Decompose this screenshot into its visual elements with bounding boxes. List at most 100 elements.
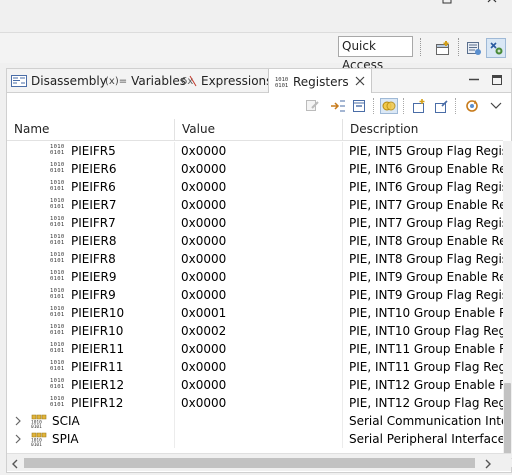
register-description: PIE, INT5 Group Flag Registe — [349, 144, 503, 158]
view-tabbar: Disassembly (x)= Variables 6x Expression… — [7, 69, 511, 94]
register-description: PIE, INT10 Group Enable Reg — [349, 306, 503, 320]
tab-label: Registers — [293, 74, 349, 89]
column-divider — [342, 232, 343, 250]
table-row[interactable]: 1010 0101 PIEIER7 0x0000 PIE, INT7 Group Ena… — [7, 196, 503, 214]
table-row[interactable]: 1010 0101 PIEIER9 0x0000 PIE, INT9 Group Ena… — [7, 268, 503, 286]
scroll-left-icon[interactable] — [11, 458, 19, 472]
register-icon: 1010 0101 — [50, 234, 65, 246]
go-to-register-icon[interactable] — [329, 98, 347, 114]
register-description: PIE, INT8 Group Flag Registe — [349, 252, 503, 266]
register-value: 0x0000 — [181, 360, 227, 374]
edit-group-icon[interactable] — [432, 98, 450, 114]
horizontal-scrollbar[interactable] — [7, 453, 511, 471]
collapse-all-icon[interactable] — [350, 98, 368, 114]
scroll-right-icon[interactable] — [484, 458, 492, 472]
table-row[interactable]: 1010 0101 PIEIFR9 0x0000 PIE, INT9 Group Fla… — [7, 286, 503, 304]
column-divider — [174, 412, 175, 430]
register-value: 0x0000 — [181, 288, 227, 302]
register-description: PIE, INT10 Group Flag Regist — [349, 324, 503, 338]
column-divider — [342, 430, 343, 448]
quick-access-input[interactable]: Quick Access — [338, 36, 413, 72]
tab-variables[interactable]: (x)= Variables — [105, 69, 186, 93]
register-value: 0x0000 — [181, 216, 227, 230]
close-window-icon[interactable] — [486, 0, 500, 8]
register-group-icon: 1010 0101 — [30, 431, 48, 448]
register-value: 0x0000 — [181, 180, 227, 194]
view-menu-icon[interactable] — [487, 98, 505, 114]
table-row[interactable]: 1010 0101 SPIA Serial Peripheral Interface … — [7, 430, 503, 448]
table-row[interactable]: 1010 0101 PIEIFR12 0x0000 PIE, INT12 Group F… — [7, 394, 503, 412]
register-description: PIE, INT9 Group Enable Regi — [349, 270, 503, 284]
table-row[interactable]: 1010 0101 PIEIER10 0x0001 PIE, INT10 Group E… — [7, 304, 503, 322]
register-group-value — [181, 412, 341, 430]
table-row[interactable]: 1010 0101 SCIA Serial Communication Interf — [7, 412, 503, 430]
register-description: PIE, INT8 Group Enable Regi — [349, 234, 503, 248]
expand-chevron-icon[interactable] — [14, 430, 24, 448]
tab-registers[interactable]: 1010 0101 Registers — [268, 69, 372, 94]
column-divider — [174, 430, 175, 448]
column-divider — [174, 304, 175, 322]
column-divider — [342, 286, 343, 304]
new-group-icon[interactable] — [410, 98, 428, 114]
minimize-view-icon[interactable] — [467, 73, 481, 87]
vertical-scrollbar[interactable] — [503, 141, 512, 467]
table-row[interactable]: 1010 0101 PIEIFR10 0x0002 PIE, INT10 Group F… — [7, 322, 503, 340]
register-name: PIEIFR11 — [71, 360, 124, 374]
tab-expressions[interactable]: 6x Expressions — [181, 69, 272, 93]
horizontal-scrollbar-thumb[interactable] — [24, 458, 475, 468]
column-divider — [342, 412, 343, 430]
table-row[interactable]: 1010 0101 PIEIFR8 0x0000 PIE, INT8 Group Fla… — [7, 250, 503, 268]
svg-text:0101: 0101 — [275, 83, 288, 88]
open-perspective-icon[interactable] — [433, 38, 453, 58]
register-description: PIE, INT12 Group Enable Reg — [349, 378, 503, 392]
column-divider — [174, 340, 175, 358]
register-group-icon: 1010 0101 — [30, 413, 48, 430]
register-description: PIE, INT11 Group Flag Regist — [349, 360, 503, 374]
table-row[interactable]: 1010 0101 PIEIFR11 0x0000 PIE, INT11 Group F… — [7, 358, 503, 376]
column-header-value[interactable]: Value — [175, 119, 343, 141]
table-row[interactable]: 1010 0101 PIEIFR7 0x0000 PIE, INT7 Group Fla… — [7, 214, 503, 232]
register-name: PIEIFR12 — [71, 396, 124, 410]
expand-chevron-icon[interactable] — [14, 412, 24, 430]
register-icon: 1010 0101 — [50, 360, 65, 372]
column-divider — [174, 268, 175, 286]
refresh-icon[interactable] — [463, 98, 481, 114]
column-header-name[interactable]: Name — [7, 119, 175, 141]
column-divider — [174, 178, 175, 196]
ccs-edit-perspective-icon[interactable] — [464, 38, 484, 58]
register-value: 0x0002 — [181, 324, 227, 338]
register-name: PIEIFR8 — [71, 252, 116, 266]
table-row[interactable]: 1010 0101 PIEIER11 0x0000 PIE, INT11 Group E… — [7, 340, 503, 358]
continuous-refresh-icon[interactable] — [380, 98, 398, 114]
register-icon: 1010 0101 — [50, 288, 65, 300]
register-value: 0x0000 — [181, 396, 227, 410]
table-row[interactable]: 1010 0101 PIEIER8 0x0000 PIE, INT8 Group Ena… — [7, 232, 503, 250]
registers-icon: 1010 0101 — [275, 76, 289, 88]
table-row[interactable]: 1010 0101 PIEIER6 0x0000 PIE, INT6 Group Ena… — [7, 160, 503, 178]
table-row[interactable]: 1010 0101 PIEIER12 0x0000 PIE, INT12 Group E… — [7, 376, 503, 394]
register-description: PIE, INT12 Group Flag Regist — [349, 396, 503, 410]
column-header-description[interactable]: Description — [343, 119, 503, 141]
column-divider — [174, 232, 175, 250]
column-divider — [174, 142, 175, 160]
restore-icon[interactable] — [441, 0, 455, 8]
register-value: 0x0000 — [181, 198, 227, 212]
table-row[interactable]: 1010 0101 PIEIFR6 0x0000 PIE, INT6 Group Fla… — [7, 178, 503, 196]
tab-disassembly[interactable]: Disassembly — [11, 69, 107, 93]
register-icon: 1010 0101 — [50, 252, 65, 264]
vertical-scrollbar-thumb[interactable] — [504, 383, 511, 463]
toolbar-separator — [455, 98, 456, 114]
register-group-value — [181, 430, 341, 448]
register-icon: 1010 0101 — [50, 378, 65, 390]
table-row[interactable]: 1010 0101 PIEIFR5 0x0000 PIE, INT5 Group Fla… — [7, 142, 503, 160]
column-divider — [342, 340, 343, 358]
svg-text:0101: 0101 — [31, 424, 42, 429]
close-tab-icon[interactable] — [355, 75, 365, 89]
maximize-view-icon[interactable] — [490, 73, 504, 87]
ccs-debug-perspective-icon[interactable] — [486, 38, 506, 58]
register-name: PIEIFR7 — [71, 216, 116, 230]
register-icon: 1010 0101 — [50, 144, 65, 156]
register-name: PIEIER8 — [71, 234, 117, 248]
svg-text:0101: 0101 — [31, 442, 42, 447]
register-value: 0x0001 — [181, 306, 227, 320]
